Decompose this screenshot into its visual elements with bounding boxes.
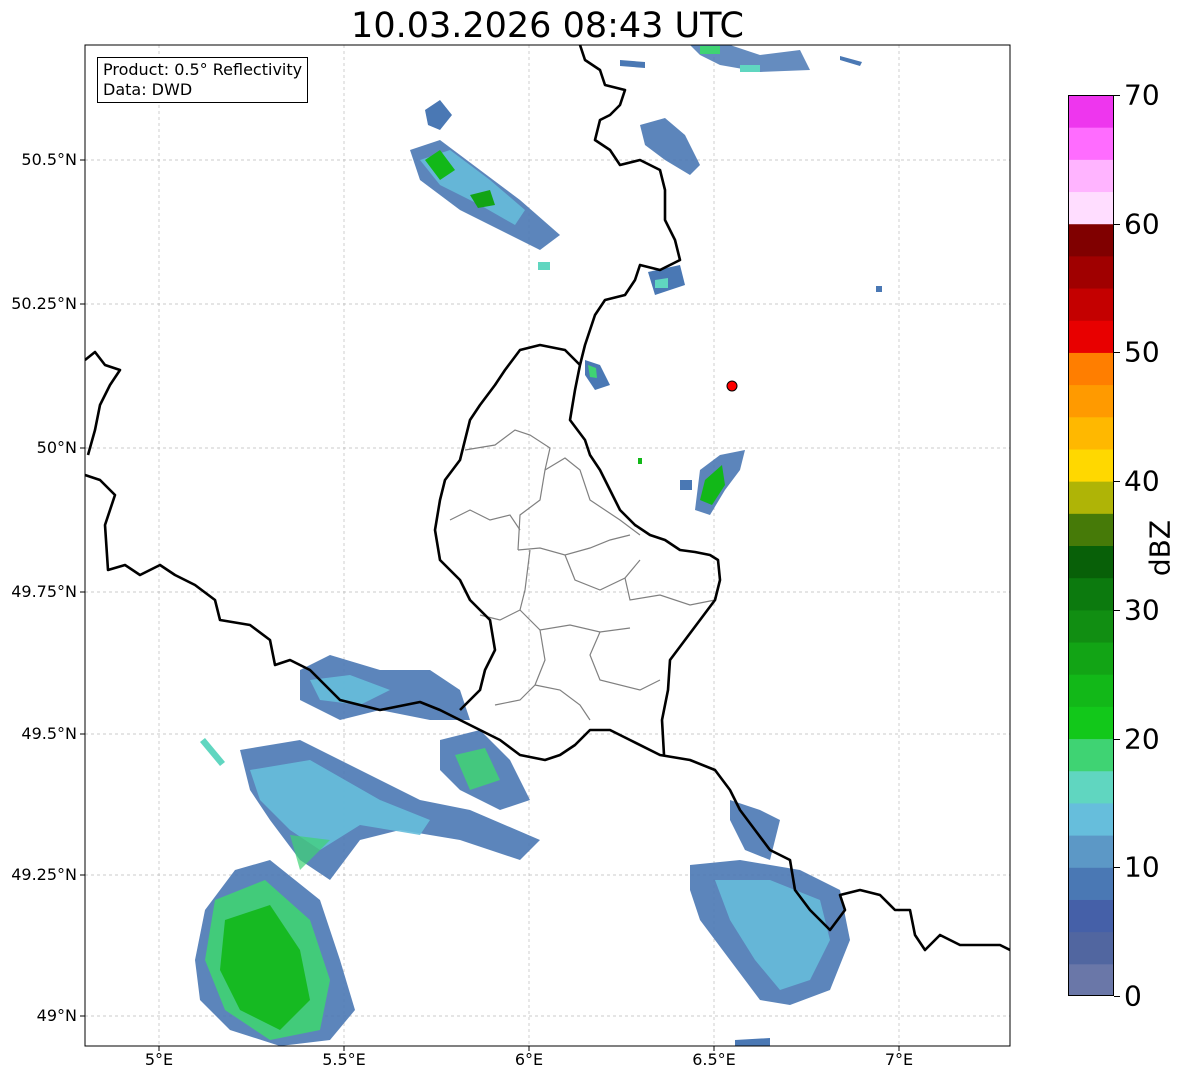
colorbar-segment	[1068, 320, 1114, 353]
colorbar-segment	[1068, 384, 1114, 418]
colorbar-tick-label: 40	[1124, 464, 1160, 498]
lat-label: 49.5°N	[21, 724, 77, 743]
luxembourg-district-borders	[449, 429, 716, 721]
colorbar-tick-label: 30	[1124, 593, 1160, 627]
colorbar-segment	[1068, 416, 1114, 450]
colorbar-segment	[1068, 706, 1114, 740]
echo-southeast-cluster	[690, 800, 850, 1046]
colorbar-segment	[1068, 609, 1114, 643]
colorbar-tick-label: 70	[1124, 78, 1160, 112]
colorbar-label: dBZ	[1143, 519, 1177, 577]
colorbar-segment	[1068, 577, 1114, 611]
map-title: 10.03.2026 08:43 UTC	[351, 6, 744, 46]
colorbar-tick-mark	[1114, 223, 1120, 225]
lon-label: 6°E	[514, 1050, 544, 1069]
colorbar-segment	[1068, 802, 1114, 836]
lat-label: 50.5°N	[21, 150, 77, 169]
colorbar-tick-label: 20	[1124, 722, 1160, 756]
colorbar-segment	[1068, 159, 1114, 193]
lat-label: 50°N	[36, 438, 77, 457]
colorbar-segment	[1068, 674, 1114, 707]
colorbar-segment	[1068, 899, 1114, 933]
colorbar-segment	[1068, 255, 1114, 289]
colorbar-segment	[1068, 642, 1114, 675]
colorbar-segment	[1068, 867, 1114, 900]
colorbar-tick-mark	[1114, 738, 1120, 740]
colorbar-segment	[1068, 545, 1114, 579]
lon-label: 6.5°E	[692, 1050, 736, 1069]
colorbar-segment	[1068, 770, 1114, 804]
info-box: Product: 0.5° Reflectivity Data: DWD	[97, 57, 309, 103]
colorbar-segment	[1068, 223, 1114, 257]
lon-label: 5.5°E	[322, 1050, 366, 1069]
colorbar-segment	[1068, 963, 1114, 996]
colorbar-tick-mark	[1114, 867, 1120, 869]
colorbar-segment	[1068, 513, 1114, 546]
radar-site-marker	[726, 380, 738, 392]
echo-east-central	[585, 360, 745, 515]
data-source-label: Data: DWD	[103, 80, 193, 99]
colorbar-tick-mark	[1114, 95, 1120, 96]
echo-north-band	[410, 100, 560, 270]
lat-label: 49.75°N	[11, 582, 77, 601]
radar-map	[80, 44, 1011, 1051]
colorbar-tick-mark	[1114, 352, 1120, 354]
lat-label: 49.25°N	[11, 865, 77, 884]
colorbar-segment	[1068, 738, 1114, 772]
colorbar-tick-mark	[1114, 996, 1120, 997]
colorbar-segment	[1068, 288, 1114, 321]
echo-southwest-cluster	[195, 655, 540, 1046]
lat-label: 49°N	[36, 1006, 77, 1025]
colorbar-tick-mark	[1114, 609, 1120, 611]
colorbar-tick-label: 0	[1124, 979, 1142, 1013]
colorbar-tick-mark	[1114, 481, 1120, 483]
colorbar-segment	[1068, 191, 1114, 225]
colorbar-segment	[1068, 95, 1114, 128]
colorbar-segment	[1068, 448, 1114, 482]
lat-label: 50.25°N	[11, 294, 77, 313]
lon-label: 7°E	[884, 1050, 914, 1069]
colorbar-segment	[1068, 352, 1114, 386]
colorbar-segment	[1068, 931, 1114, 965]
colorbar-tick-label: 60	[1124, 207, 1160, 241]
colorbar-tick-label: 50	[1124, 335, 1160, 369]
colorbar-segment	[1068, 835, 1114, 868]
colorbar-segment	[1068, 481, 1114, 514]
product-label: Product: 0.5° Reflectivity	[103, 60, 303, 79]
colorbar-segment	[1068, 127, 1114, 160]
national-borders	[85, 45, 1010, 952]
lon-label: 5°E	[144, 1050, 174, 1069]
colorbar-tick-label: 10	[1124, 850, 1160, 884]
colorbar	[1068, 95, 1114, 996]
